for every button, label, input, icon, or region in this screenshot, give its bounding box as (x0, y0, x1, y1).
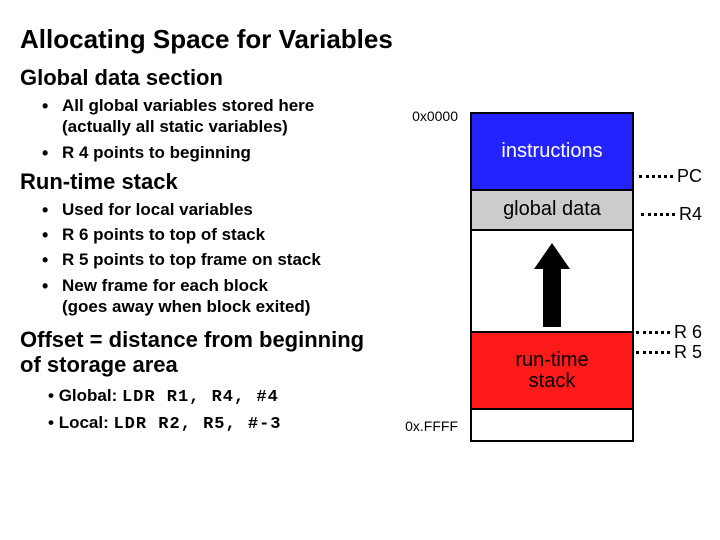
runtime-b4-line1: New frame for each block (62, 275, 400, 296)
slide: Allocating Space for Variables Global da… (0, 0, 720, 540)
runtime-bullet-3: R 5 points to top frame on stack (48, 249, 400, 270)
pointer-r4: R4 (641, 204, 702, 225)
segment-gap (472, 231, 632, 334)
example-local: • Local: LDR R2, R5, #-3 (48, 413, 400, 434)
segment-instructions: instructions (472, 114, 632, 191)
dash-icon (639, 175, 673, 178)
segment-footer-gap (472, 410, 632, 440)
pointer-r6: R 6 (636, 322, 702, 343)
offset-heading-l2: of storage area (20, 352, 178, 377)
section-runtime-heading: Run-time stack (20, 169, 400, 195)
memory-column: instructions global data run-time stack (470, 112, 634, 442)
global-b1-line2: (actually all static variables) (62, 116, 400, 137)
global-b1-line1: All global variables stored here (62, 95, 400, 116)
dash-icon (636, 351, 670, 354)
arrow-up-icon (534, 243, 570, 269)
runtime-bullet-1: Used for local variables (48, 199, 400, 220)
ex-global-code: LDR R1, R4, #4 (122, 388, 279, 407)
rts-line1: run-time (515, 349, 588, 371)
pc-label: PC (677, 166, 702, 187)
address-top: 0x0000 (412, 108, 458, 124)
runtime-bullet-4: New frame for each block (goes away when… (48, 275, 400, 318)
left-column: Global data section All global variables… (20, 65, 400, 434)
r4-label: R4 (679, 204, 702, 225)
segment-runtime-stack: run-time stack (472, 333, 632, 410)
arrow-shaft (543, 267, 561, 327)
runtime-b4-line2: (goes away when block exited) (62, 296, 400, 317)
offset-block: Offset = distance from beginning of stor… (20, 327, 400, 434)
offset-heading-l1: Offset = distance from beginning (20, 327, 364, 352)
dash-icon (641, 213, 675, 216)
ex-global-label: Global: (59, 386, 122, 405)
ex-local-label: Local: (59, 413, 114, 432)
slide-title: Allocating Space for Variables (20, 24, 700, 55)
example-global: • Global: LDR R1, R4, #4 (48, 386, 400, 407)
runtime-bullet-2: R 6 points to top of stack (48, 224, 400, 245)
offset-heading: Offset = distance from beginning of stor… (20, 327, 400, 378)
runtime-bullets: Used for local variables R 6 points to t… (20, 199, 400, 317)
section-global-heading: Global data section (20, 65, 400, 91)
address-bottom: 0x.FFFF (405, 418, 458, 434)
pointer-pc: PC (639, 166, 702, 187)
segment-global-data: global data (472, 191, 632, 231)
global-bullet-2: R 4 points to beginning (48, 142, 400, 163)
code-examples: • Global: LDR R1, R4, #4 • Local: LDR R2… (20, 386, 400, 434)
pointer-r5: R 5 (636, 342, 702, 363)
ex-local-code: LDR R2, R5, #-3 (113, 415, 281, 434)
dash-icon (636, 331, 670, 334)
global-bullets: All global variables stored here (actual… (20, 95, 400, 163)
r5-label: R 5 (674, 342, 702, 363)
memory-diagram: instructions global data run-time stack (470, 112, 634, 442)
rts-line2: stack (529, 370, 576, 392)
global-bullet-1: All global variables stored here (actual… (48, 95, 400, 138)
r6-label: R 6 (674, 322, 702, 343)
